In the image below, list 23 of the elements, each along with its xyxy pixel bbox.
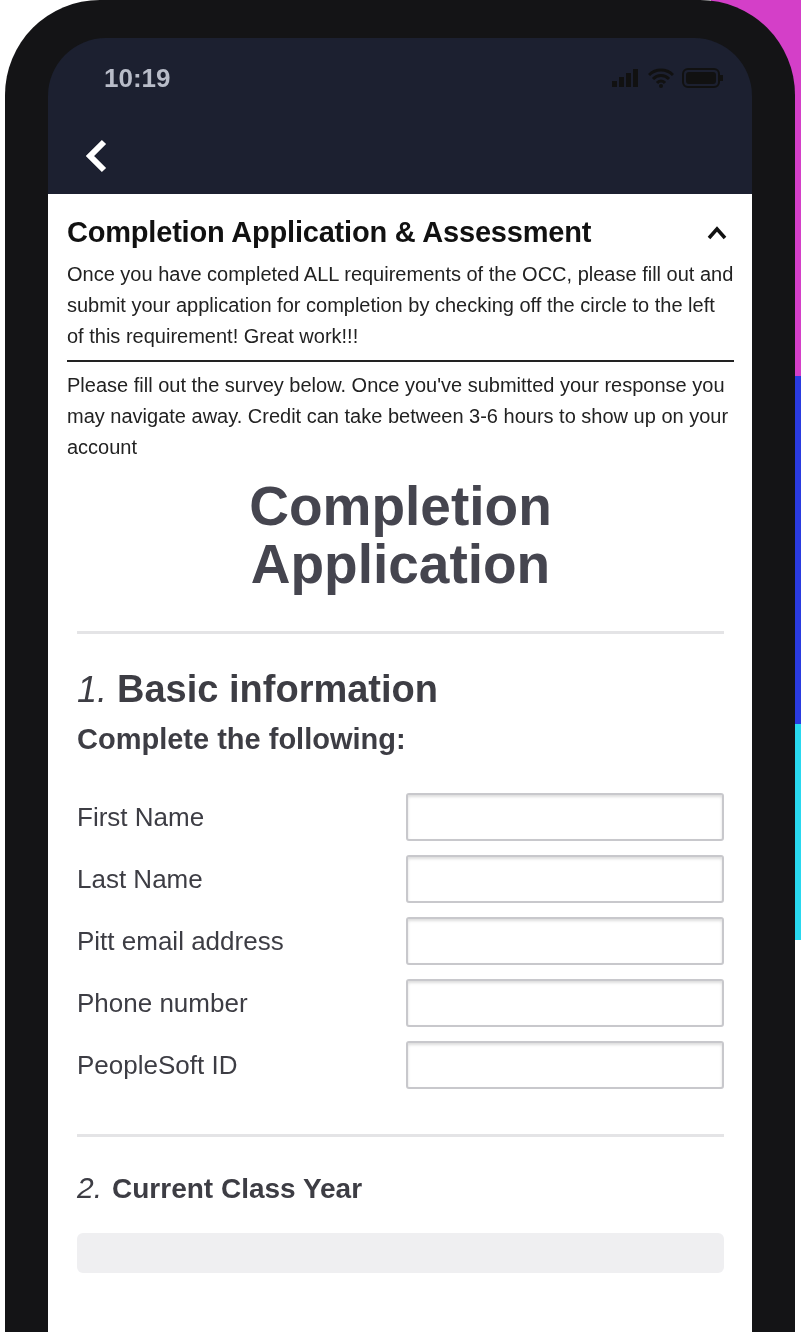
- field-label: Pitt email address: [77, 925, 284, 957]
- question-subtitle: Complete the following:: [77, 723, 407, 756]
- battery-icon: [682, 68, 724, 88]
- input-field[interactable]: [406, 855, 724, 903]
- input-field[interactable]: [406, 979, 724, 1027]
- field-label: Phone number: [77, 987, 248, 1019]
- field-label: PeopleSoft ID: [77, 1049, 238, 1081]
- question-title: Basic information: [117, 668, 438, 711]
- field-label: First Name: [77, 801, 205, 833]
- signal-icon: [612, 69, 640, 87]
- status-time: 10:19: [104, 62, 171, 94]
- survey-title: Completion Application: [248, 477, 553, 593]
- input-field[interactable]: [406, 793, 724, 841]
- survey-note: Please fill out the survey below. Once you've submitted your response you may navigate away. Credit can take between 3-6 hours to show up on your account: [67, 373, 730, 460]
- wifi-icon: [648, 68, 674, 88]
- question-title: Current Class Year: [112, 1173, 363, 1205]
- question-number: 1.: [77, 669, 108, 711]
- input-field[interactable]: [406, 1041, 724, 1089]
- section-title: Completion Application & Assessment: [67, 216, 592, 249]
- field-label: Last Name: [77, 863, 203, 895]
- section-description: Once you have completed ALL requirements of the OCC, please fill out and submit your application for completion by checking off the circle to the left of this requirement! Great work!!!: [67, 262, 734, 349]
- question-number: 2.: [77, 1171, 103, 1205]
- input-field[interactable]: [406, 917, 724, 965]
